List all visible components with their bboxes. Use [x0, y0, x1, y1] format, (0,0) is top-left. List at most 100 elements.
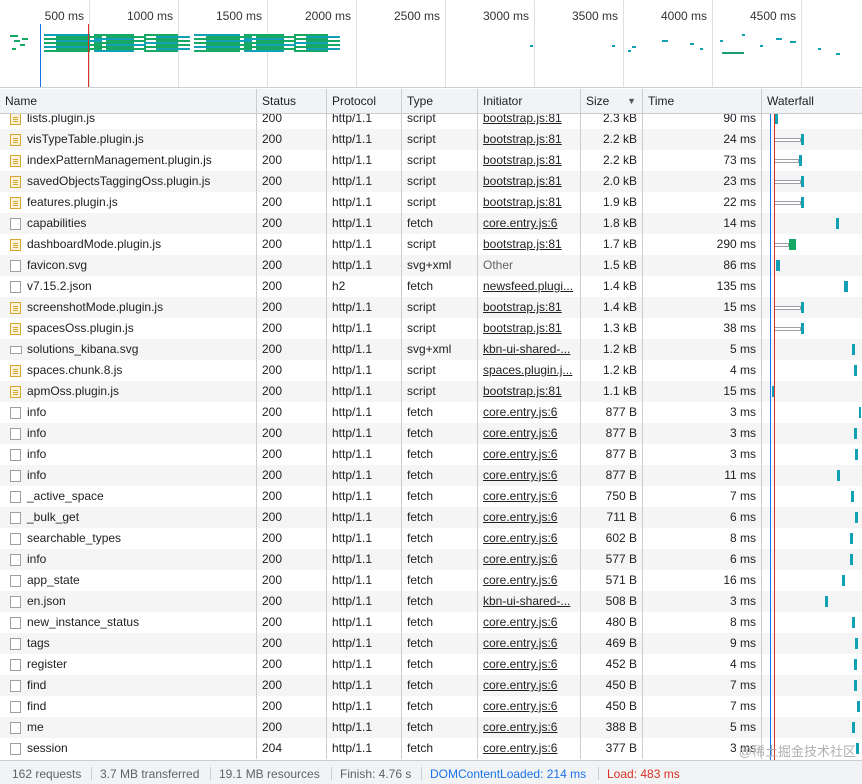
cell-name[interactable]: en.json	[0, 591, 257, 612]
table-row[interactable]: tags 200 http/1.1 fetch core.entry.js:6 469 B…	[0, 633, 862, 654]
cell-name[interactable]: v7.15.2.json	[0, 276, 257, 297]
cell-initiator[interactable]: core.entry.js:6	[478, 654, 581, 675]
cell-name[interactable]: register	[0, 654, 257, 675]
cell-initiator[interactable]: core.entry.js:6	[478, 402, 581, 423]
network-request-table[interactable]: Name Status Protocol Type Initiator Size…	[0, 89, 862, 760]
table-row[interactable]: apmOss.plugin.js 200 http/1.1 script bootstr…	[0, 381, 862, 402]
cell-initiator[interactable]: core.entry.js:6	[478, 444, 581, 465]
column-header-name[interactable]: Name	[0, 89, 257, 114]
cell-name[interactable]: _active_space	[0, 486, 257, 507]
cell-name[interactable]: screenshotMode.plugin.js	[0, 297, 257, 318]
cell-name[interactable]: session	[0, 738, 257, 759]
cell-name[interactable]: info	[0, 444, 257, 465]
column-header-status[interactable]: Status	[257, 89, 327, 114]
table-row[interactable]: app_state 200 http/1.1 fetch core.entry.js:6…	[0, 570, 862, 591]
cell-initiator[interactable]: core.entry.js:6	[478, 717, 581, 738]
cell-initiator[interactable]: core.entry.js:6	[478, 738, 581, 759]
cell-name[interactable]: me	[0, 717, 257, 738]
cell-initiator[interactable]: bootstrap.js:81	[478, 381, 581, 402]
cell-initiator[interactable]: core.entry.js:6	[478, 507, 581, 528]
cell-initiator[interactable]: kbn-ui-shared-...	[478, 339, 581, 360]
table-row[interactable]: indexPatternManagement.plugin.js 200 http/…	[0, 150, 862, 171]
cell-initiator[interactable]: bootstrap.js:81	[478, 150, 581, 171]
cell-initiator[interactable]: bootstrap.js:81	[478, 171, 581, 192]
cell-initiator[interactable]: core.entry.js:6	[478, 696, 581, 717]
cell-name[interactable]: app_state	[0, 570, 257, 591]
column-header-initiator[interactable]: Initiator	[478, 89, 581, 114]
cell-initiator[interactable]: core.entry.js:6	[478, 528, 581, 549]
table-row[interactable]: find 200 http/1.1 fetch core.entry.js:6 450 B…	[0, 675, 862, 696]
table-row[interactable]: info 200 http/1.1 fetch core.entry.js:6 877 B…	[0, 465, 862, 486]
table-row[interactable]: searchable_types 200 http/1.1 fetch core.ent…	[0, 528, 862, 549]
cell-initiator[interactable]: bootstrap.js:81	[478, 318, 581, 339]
cell-name[interactable]: searchable_types	[0, 528, 257, 549]
table-row[interactable]: screenshotMode.plugin.js 200 http/1.1 scrip…	[0, 297, 862, 318]
column-header-type[interactable]: Type	[402, 89, 478, 114]
cell-name[interactable]: info	[0, 549, 257, 570]
cell-initiator[interactable]: core.entry.js:6	[478, 423, 581, 444]
table-row[interactable]: info 200 http/1.1 fetch core.entry.js:6 877 B…	[0, 423, 862, 444]
table-row[interactable]: capabilities 200 http/1.1 fetch core.entry.j…	[0, 213, 862, 234]
cell-name[interactable]: find	[0, 696, 257, 717]
cell-initiator[interactable]: bootstrap.js:81	[478, 114, 581, 129]
network-overview-timeline[interactable]: 500 ms 1000 ms 1500 ms 2000 ms 2500 ms 3000 m…	[0, 0, 862, 88]
table-row[interactable]: visTypeTable.plugin.js 200 http/1.1 script b…	[0, 129, 862, 150]
cell-name[interactable]: favicon.svg	[0, 255, 257, 276]
cell-name[interactable]: new_instance_status	[0, 612, 257, 633]
table-row[interactable]: info 200 http/1.1 fetch core.entry.js:6 877 B…	[0, 402, 862, 423]
cell-initiator[interactable]: core.entry.js:6	[478, 486, 581, 507]
table-row[interactable]: find 200 http/1.1 fetch core.entry.js:6 450 B…	[0, 696, 862, 717]
cell-name[interactable]: spacesOss.plugin.js	[0, 318, 257, 339]
table-row[interactable]: session 204 http/1.1 fetch core.entry.js:6 37…	[0, 738, 862, 759]
cell-initiator[interactable]: bootstrap.js:81	[478, 129, 581, 150]
cell-initiator[interactable]: core.entry.js:6	[478, 612, 581, 633]
cell-name[interactable]: solutions_kibana.svg	[0, 339, 257, 360]
table-row[interactable]: favicon.svg 200 http/1.1 svg+xml Other 1.5 kB…	[0, 255, 862, 276]
cell-name[interactable]: info	[0, 423, 257, 444]
cell-name[interactable]: visTypeTable.plugin.js	[0, 129, 257, 150]
cell-name[interactable]: indexPatternManagement.plugin.js	[0, 150, 257, 171]
cell-name[interactable]: capabilities	[0, 213, 257, 234]
table-row[interactable]: _active_space 200 http/1.1 fetch core.entry.…	[0, 486, 862, 507]
cell-initiator[interactable]: bootstrap.js:81	[478, 234, 581, 255]
cell-name[interactable]: _bulk_get	[0, 507, 257, 528]
cell-initiator[interactable]: newsfeed.plugi...	[478, 276, 581, 297]
cell-initiator[interactable]: core.entry.js:6	[478, 633, 581, 654]
cell-initiator[interactable]: bootstrap.js:81	[478, 192, 581, 213]
cell-name[interactable]: savedObjectsTaggingOss.plugin.js	[0, 171, 257, 192]
table-row[interactable]: spacesOss.plugin.js 200 http/1.1 script boot…	[0, 318, 862, 339]
table-row[interactable]: spaces.chunk.8.js 200 http/1.1 script spaces…	[0, 360, 862, 381]
table-row[interactable]: lists.plugin.js 200 http/1.1 script bootstra…	[0, 114, 862, 129]
table-row[interactable]: register 200 http/1.1 fetch core.entry.js:6 4…	[0, 654, 862, 675]
cell-initiator[interactable]: core.entry.js:6	[478, 675, 581, 696]
cell-name[interactable]: spaces.chunk.8.js	[0, 360, 257, 381]
column-header-protocol[interactable]: Protocol	[327, 89, 402, 114]
table-row[interactable]: _bulk_get 200 http/1.1 fetch core.entry.js:6…	[0, 507, 862, 528]
column-header-time[interactable]: Time	[643, 89, 762, 114]
cell-initiator[interactable]: spaces.plugin.j...	[478, 360, 581, 381]
cell-name[interactable]: find	[0, 675, 257, 696]
table-row[interactable]: v7.15.2.json 200 h2 fetch newsfeed.plugi... 1…	[0, 276, 862, 297]
cell-initiator[interactable]: core.entry.js:6	[478, 465, 581, 486]
cell-initiator[interactable]: core.entry.js:6	[478, 549, 581, 570]
cell-name[interactable]: tags	[0, 633, 257, 654]
cell-initiator[interactable]: core.entry.js:6	[478, 213, 581, 234]
cell-name[interactable]: info	[0, 465, 257, 486]
cell-name[interactable]: features.plugin.js	[0, 192, 257, 213]
cell-name[interactable]: apmOss.plugin.js	[0, 381, 257, 402]
cell-initiator[interactable]: bootstrap.js:81	[478, 297, 581, 318]
cell-name[interactable]: dashboardMode.plugin.js	[0, 234, 257, 255]
table-row[interactable]: savedObjectsTaggingOss.plugin.js 200 http/…	[0, 171, 862, 192]
table-row[interactable]: features.plugin.js 200 http/1.1 script boots…	[0, 192, 862, 213]
cell-name[interactable]: lists.plugin.js	[0, 114, 257, 129]
table-row[interactable]: info 200 http/1.1 fetch core.entry.js:6 577 B…	[0, 549, 862, 570]
table-row[interactable]: me 200 http/1.1 fetch core.entry.js:6 388 B5 …	[0, 717, 862, 738]
table-row[interactable]: solutions_kibana.svg 200 http/1.1 svg+xml kb…	[0, 339, 862, 360]
table-row[interactable]: dashboardMode.plugin.js 200 http/1.1 script…	[0, 234, 862, 255]
table-row[interactable]: en.json 200 http/1.1 fetch kbn-ui-shared-...…	[0, 591, 862, 612]
cell-initiator[interactable]: kbn-ui-shared-...	[478, 591, 581, 612]
cell-name[interactable]: info	[0, 402, 257, 423]
table-row[interactable]: info 200 http/1.1 fetch core.entry.js:6 877 B…	[0, 444, 862, 465]
cell-initiator[interactable]: core.entry.js:6	[478, 570, 581, 591]
table-row[interactable]: new_instance_status 200 http/1.1 fetch core.…	[0, 612, 862, 633]
